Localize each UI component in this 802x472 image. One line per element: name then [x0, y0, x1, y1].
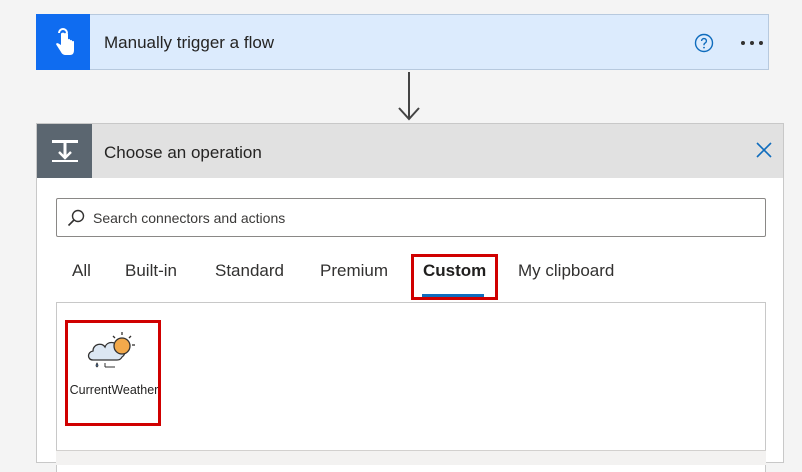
- operation-header: Choose an operation: [37, 124, 783, 178]
- more-options-icon[interactable]: [741, 33, 771, 53]
- search-icon: [67, 209, 85, 227]
- tab-built-in[interactable]: Built-in: [125, 261, 177, 281]
- close-icon[interactable]: [754, 140, 774, 160]
- connector-results-panel: [56, 302, 766, 472]
- tab-standard[interactable]: Standard: [215, 261, 284, 281]
- help-icon[interactable]: [694, 33, 714, 53]
- choose-operation-card: Choose an operation All Built-in Standar…: [36, 123, 784, 472]
- step-insert-icon: [37, 124, 92, 178]
- trigger-title: Manually trigger a flow: [104, 33, 275, 52]
- tab-premium[interactable]: Premium: [320, 261, 388, 281]
- down-arrow-icon: [398, 72, 420, 121]
- tab-all[interactable]: All: [72, 261, 91, 281]
- trigger-card[interactable]: Manually trigger a flow: [36, 14, 769, 70]
- search-input[interactable]: [93, 199, 753, 236]
- search-box[interactable]: [56, 198, 766, 237]
- custom-tab-highlight: [411, 254, 498, 300]
- connector-highlight: [65, 320, 161, 426]
- operation-title: Choose an operation: [104, 143, 262, 162]
- touch-hand-icon: [36, 14, 90, 70]
- tab-my-clipboard[interactable]: My clipboard: [518, 261, 614, 281]
